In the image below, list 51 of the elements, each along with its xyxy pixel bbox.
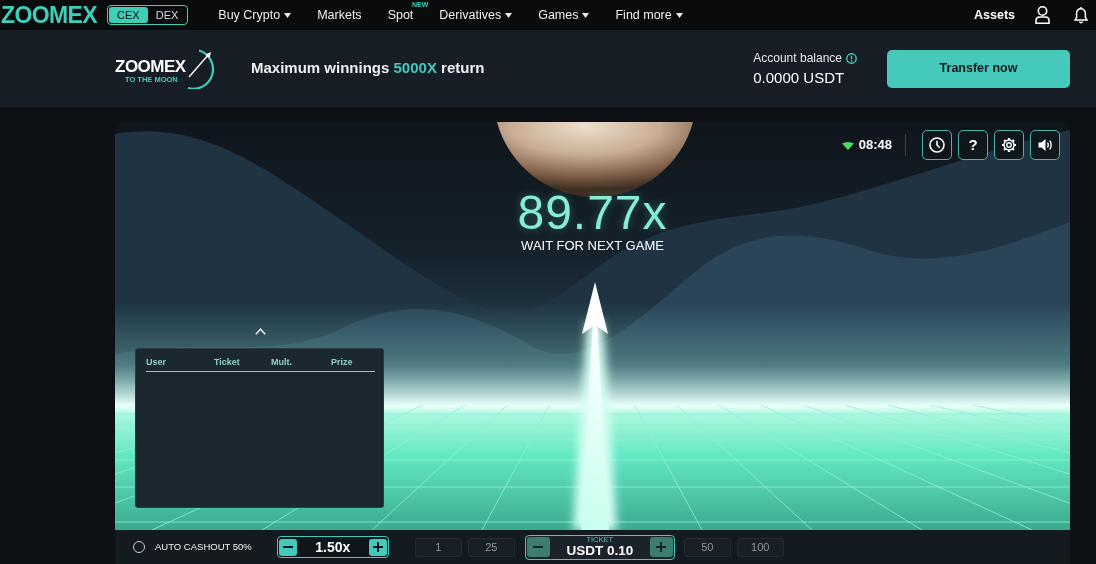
column-header: Mult. — [271, 357, 292, 368]
clock-icon — [929, 137, 945, 153]
transfer-button[interactable]: Transfer now — [887, 49, 1070, 88]
signal-icon — [841, 140, 854, 150]
column-header: User — [146, 357, 166, 368]
plus-icon — [372, 542, 383, 552]
quick-amount-button[interactable]: 25 — [467, 537, 515, 557]
chevron-up-icon[interactable] — [255, 328, 266, 335]
quick-amount-button[interactable]: 1 — [414, 537, 462, 557]
nav-menu-link[interactable]: Buy Crypto — [218, 7, 292, 23]
user-icon[interactable] — [1035, 6, 1050, 24]
tagline-text: Maximum winnings 5000X return — [251, 58, 485, 79]
nav-menu-link[interactable]: Games — [538, 7, 590, 23]
increase-button[interactable] — [368, 538, 387, 556]
game-logo-title: ZOOMEX — [115, 57, 186, 75]
exchange-tab[interactable]: CEX — [109, 7, 148, 23]
caret-icon — [505, 12, 513, 18]
balance-label: Account balance — [753, 52, 842, 64]
plus-icon — [656, 542, 667, 552]
caret-icon — [582, 12, 590, 18]
caret-icon — [675, 12, 683, 18]
multiplier-value: 89.77x — [517, 188, 668, 238]
sound-button[interactable] — [1030, 130, 1060, 160]
brand-logo[interactable]: ZOOMEX — [1, 3, 98, 27]
cashout-multiplier-stepper[interactable]: 1.50x — [276, 536, 389, 558]
orbit-arc-icon — [185, 48, 217, 89]
auto-cashout-label: AUTO CASHOUT 50% — [155, 539, 252, 554]
nav-menu-link[interactable]: Markets — [317, 7, 362, 23]
game-status-text: WAIT FOR NEXT GAME — [521, 238, 664, 254]
exchange-tab[interactable]: DEX — [147, 7, 187, 23]
history-button[interactable] — [922, 130, 952, 160]
decrease-button[interactable] — [278, 538, 297, 556]
quick-amount-button[interactable]: 100 — [736, 537, 784, 557]
bell-icon[interactable] — [1074, 6, 1088, 24]
settings-button[interactable] — [994, 130, 1024, 160]
help-button[interactable]: ? — [958, 130, 988, 160]
cashout-multiplier-value: 1.50x — [315, 539, 351, 555]
info-icon[interactable] — [846, 52, 857, 64]
column-header: Prize — [331, 357, 353, 368]
speaker-icon — [1037, 138, 1053, 152]
balance-value: 0.0000 USDT — [753, 70, 846, 85]
nav-menu-link[interactable]: Derivatives — [439, 7, 513, 23]
clock-time: 08:48 — [858, 136, 892, 155]
assets-link[interactable]: Assets — [974, 5, 1015, 25]
settings-icon — [1001, 137, 1017, 153]
quick-amount-button[interactable]: 50 — [683, 537, 731, 557]
nav-menu-link[interactable]: Find more — [615, 7, 683, 23]
nav-menu-link[interactable]: Spot — [387, 7, 414, 23]
column-header: Ticket — [214, 357, 240, 368]
caret-icon — [284, 12, 292, 18]
ticket-value: USDT 0.10 — [566, 544, 634, 558]
